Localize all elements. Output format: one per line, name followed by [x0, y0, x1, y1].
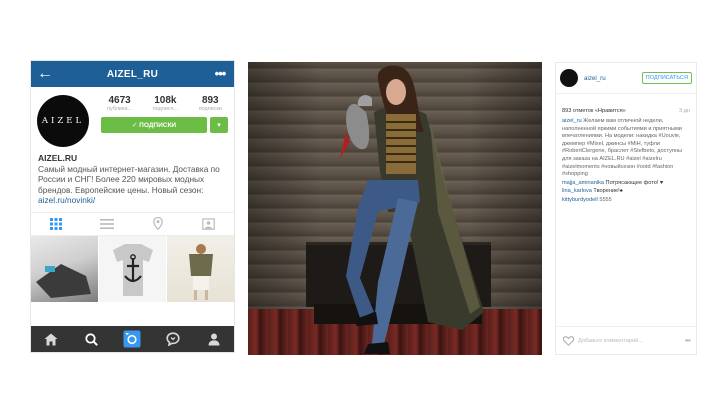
comment: majja_aminanika Потрясающее фото! ♥ — [562, 180, 690, 188]
stat-followers[interactable]: 108k подписч... — [153, 95, 178, 112]
comment: lina_karlova Творение!♠ — [562, 188, 690, 196]
stat-following-label: подписки — [198, 106, 222, 112]
stat-posts-label: публика... — [107, 106, 133, 112]
search-icon[interactable] — [77, 326, 107, 352]
stat-following[interactable]: 893 подписки — [199, 95, 222, 112]
chevron-down-icon[interactable]: ▾ — [210, 117, 228, 133]
bottom-nav — [31, 326, 234, 352]
stats-column: 4673 публика... 108k подписч... 893 подп… — [89, 95, 228, 147]
post-author[interactable]: aizel_ru — [584, 75, 642, 82]
profile-title: AIZEL_RU — [106, 68, 159, 80]
comment-text: 5555 — [599, 196, 612, 203]
comments-list: aizel_ru Желаем вам отличной недели, нап… — [556, 118, 696, 205]
post-photo[interactable] — [248, 62, 542, 355]
subscribe-button[interactable]: ПОДПИСАТЬСЯ — [641, 72, 692, 84]
more-dots-icon[interactable]: ••• — [685, 336, 691, 345]
stat-posts[interactable]: 4673 публика... — [107, 95, 132, 112]
comment: kittyburdyodell 5555 — [562, 197, 690, 205]
profile-view-tabs — [31, 211, 234, 236]
comment-user[interactable]: aizel_ru — [562, 118, 582, 124]
model-figure — [340, 65, 484, 354]
follow-row: ✓ ПОДПИСКИ ▾ — [101, 117, 228, 133]
list-icon[interactable] — [97, 214, 117, 234]
more-dots-icon[interactable]: ••• — [206, 61, 234, 87]
comment: aizel_ru Желаем вам отличной недели, нап… — [562, 118, 690, 179]
profile-phone-panel: ← AIZEL_RU ••• AIZEL 4673 публика... 108… — [30, 60, 235, 353]
bio-link[interactable]: aizel.ru/novinki/ — [38, 195, 227, 206]
likes-row: 893 отметок «Нравится» 3 дн — [556, 94, 696, 118]
comment-user[interactable]: kittyburdyodell — [562, 197, 598, 203]
profile-stats: 4673 публика... 108k подписч... 893 подп… — [101, 95, 228, 112]
camera-icon[interactable] — [117, 326, 147, 352]
stat-followers-value: 108k — [154, 95, 177, 106]
post-time: 3 дн — [678, 108, 690, 114]
comment-text: Творение!♠ — [593, 188, 623, 195]
post-thumbnail[interactable] — [99, 235, 166, 302]
profile-bio: AIZEL.RU Самый модный интернет-магазин. … — [31, 147, 234, 206]
comment-footer: Добавьте комментарий... ••• — [556, 326, 696, 354]
comment-user[interactable]: majja_aminanika — [562, 180, 604, 186]
stat-posts-value: 4673 — [108, 95, 131, 106]
post-header: aizel_ru ПОДПИСАТЬСЯ — [556, 63, 696, 94]
location-pin-icon[interactable] — [148, 214, 168, 234]
likes-count[interactable]: 893 отметок «Нравится» — [562, 108, 626, 114]
bio-text: Самый модный интернет-магазин. Доставка … — [38, 163, 220, 195]
comment-user[interactable]: lina_karlova — [562, 188, 592, 194]
following-button[interactable]: ✓ ПОДПИСКИ — [101, 117, 207, 133]
avatar[interactable]: AIZEL — [37, 95, 89, 147]
post-thumbnails — [31, 235, 234, 302]
profile-summary: AIZEL 4673 публика... 108k подписч... 89… — [31, 87, 234, 147]
profile-icon[interactable] — [199, 326, 229, 352]
bio-name: AIZEL.RU — [38, 153, 78, 163]
avatar[interactable] — [560, 69, 578, 87]
add-comment-input[interactable]: Добавьте комментарий... — [578, 338, 685, 344]
comment-text: Желаем вам отличной недели, наполненной … — [562, 118, 683, 178]
post-thumbnail[interactable] — [167, 235, 234, 302]
stat-followers-label: подписч... — [152, 106, 179, 112]
heart-icon[interactable] — [562, 335, 574, 347]
post-thumbnail[interactable] — [31, 235, 98, 302]
tagged-photo-icon[interactable] — [199, 214, 219, 234]
post-details-panel: aizel_ru ПОДПИСАТЬСЯ 893 отметок «Нравит… — [555, 62, 697, 355]
grid-icon[interactable] — [46, 214, 66, 234]
profile-header: ← AIZEL_RU ••• — [31, 61, 234, 87]
comment-text: Потрясающее фото! ♥ — [605, 179, 664, 186]
stat-following-value: 893 — [201, 95, 219, 106]
activity-bubble-icon[interactable] — [158, 326, 188, 352]
home-icon[interactable] — [36, 326, 66, 352]
arrow-left-icon[interactable]: ← — [31, 61, 59, 87]
